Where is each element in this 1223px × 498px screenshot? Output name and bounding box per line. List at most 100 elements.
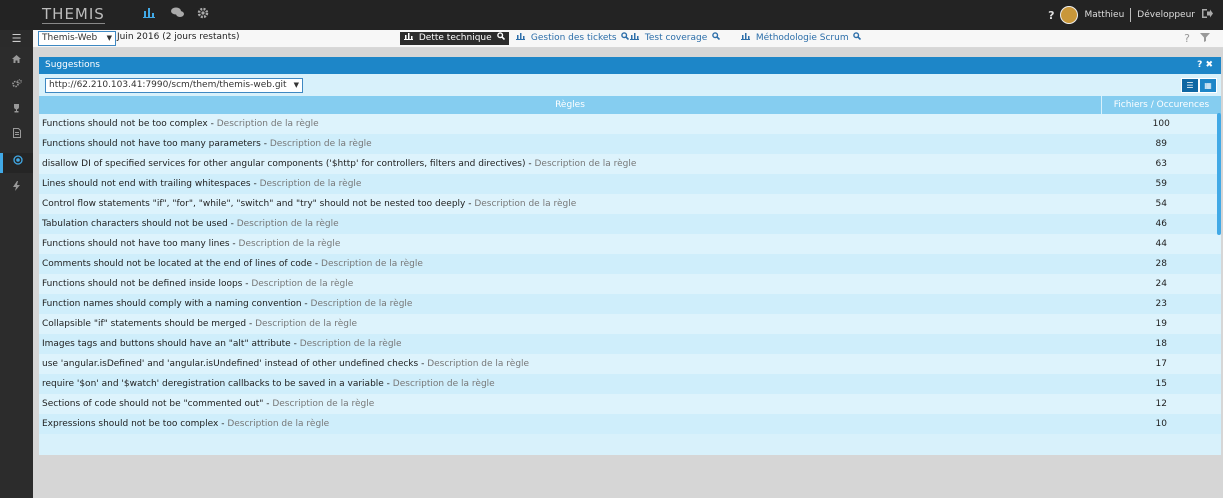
hamburger-menu-icon[interactable]: ☰: [0, 30, 33, 47]
occurrence-count: 100: [1101, 114, 1221, 134]
trophy-icon[interactable]: [0, 103, 33, 120]
rule-name: Functions should not have too many lines…: [42, 239, 239, 249]
search-icon: [621, 32, 630, 43]
help-icon[interactable]: ?: [1048, 9, 1054, 22]
tab-label: Dette technique: [418, 33, 492, 43]
gear-icon[interactable]: [196, 7, 210, 21]
rule-name: Function names should comply with a nami…: [42, 299, 311, 309]
rule-name: Control flow statements "if", "for", "wh…: [42, 199, 475, 209]
rule-cell: Collapsible "if" statements should be me…: [39, 314, 1102, 334]
comments-icon[interactable]: [170, 7, 184, 21]
bar-chart-icon: [516, 33, 528, 43]
filter-icon[interactable]: [1200, 32, 1210, 45]
table-row[interactable]: Comments should not be located at the en…: [39, 254, 1221, 274]
avatar[interactable]: [1060, 6, 1079, 24]
rule-cell: require '$on' and '$watch' deregistratio…: [39, 374, 1102, 394]
tab-methodologie-scrum[interactable]: Méthodologie Scrum: [741, 32, 862, 45]
table-row[interactable]: require '$on' and '$watch' deregistratio…: [39, 374, 1221, 394]
rule-name: Tabulation characters should not be used…: [42, 219, 237, 229]
rule-description: Description de la règle: [251, 279, 354, 289]
period-label: Juin 2016 (2 jours restants): [117, 32, 240, 42]
rule-name: Collapsible "if" statements should be me…: [42, 319, 256, 329]
occurrence-count: 44: [1101, 234, 1221, 254]
grid-view-icon[interactable]: ▦: [1199, 78, 1217, 93]
bar-chart-icon[interactable]: [142, 7, 156, 21]
bolt-icon[interactable]: [0, 181, 33, 198]
table-row[interactable]: use 'angular.isDefined' and 'angular.isU…: [39, 354, 1221, 374]
user-name[interactable]: Matthieu: [1084, 10, 1124, 20]
occurrence-count: 17: [1101, 354, 1221, 374]
column-header-count[interactable]: Fichiers / Occurences: [1101, 96, 1221, 114]
rule-cell: Sections of code should not be "commente…: [39, 394, 1102, 414]
rule-name: use 'angular.isDefined' and 'angular.isU…: [42, 359, 428, 369]
table-row[interactable]: Collapsible "if" statements should be me…: [39, 314, 1221, 334]
rule-description: Description de la règle: [427, 359, 530, 369]
tab-test-coverage[interactable]: Test coverage: [630, 32, 721, 45]
rule-cell: disallow DI of specified services for ot…: [39, 154, 1102, 174]
occurrence-count: 46: [1101, 214, 1221, 234]
tab-gestion-tickets[interactable]: Gestion des tickets: [516, 32, 630, 45]
bar-chart-icon: [741, 33, 753, 43]
rule-description: Description de la règle: [534, 159, 637, 169]
table-row[interactable]: Functions should not have too many lines…: [39, 234, 1221, 254]
rule-cell: Expressions should not be too complex - …: [39, 414, 1102, 434]
view-toggle: ☰ ▦: [1181, 78, 1217, 93]
table-row[interactable]: Images tags and buttons should have an "…: [39, 334, 1221, 354]
help-icon[interactable]: ?: [1184, 32, 1190, 45]
rule-name: Sections of code should not be "commente…: [42, 399, 273, 409]
rule-cell: Functions should not have too many lines…: [39, 234, 1102, 254]
app-logo[interactable]: THEMIS: [42, 6, 105, 24]
target-icon[interactable]: [0, 153, 33, 173]
rule-description: Description de la règle: [392, 379, 495, 389]
scrollbar[interactable]: [1217, 113, 1221, 235]
rule-description: Description de la règle: [321, 259, 423, 269]
sub-bar-tools: ?: [1184, 32, 1210, 45]
rule-cell: Comments should not be located at the en…: [39, 254, 1102, 274]
occurrence-count: 28: [1101, 254, 1221, 274]
table-row[interactable]: Sections of code should not be "commente…: [39, 394, 1221, 414]
rule-description: Description de la règle: [227, 419, 330, 429]
rule-name: Functions should not be defined inside l…: [42, 279, 252, 289]
rule-description: Description de la règle: [255, 319, 357, 329]
repository-select[interactable]: http://62.210.103.41:7990/scm/them/themi…: [45, 78, 303, 93]
tab-label: Gestion des tickets: [530, 33, 617, 43]
table-row[interactable]: Functions should not have too many param…: [39, 134, 1221, 154]
settings-icon[interactable]: [0, 78, 33, 95]
rule-description: Description de la règle: [272, 399, 375, 409]
table-row[interactable]: Control flow statements "if", "for", "wh…: [39, 194, 1221, 214]
search-icon: [712, 32, 721, 43]
table-row[interactable]: Function names should comply with a nami…: [39, 294, 1221, 314]
table-row[interactable]: Lines should not end with trailing white…: [39, 174, 1221, 194]
occurrence-count: 54: [1101, 194, 1221, 214]
bar-chart-icon: [630, 33, 642, 43]
table-row[interactable]: Functions should not be too complex - De…: [39, 114, 1221, 134]
repo-row: http://62.210.103.41:7990/scm/them/themi…: [39, 74, 1221, 96]
occurrence-count: 63: [1101, 154, 1221, 174]
panel-controls[interactable]: ? ✖: [1197, 57, 1213, 74]
rules-table: Règles Fichiers / Occurences Functions s…: [39, 96, 1221, 434]
rule-name: Functions should not have too many param…: [42, 139, 270, 149]
column-header-rules[interactable]: Règles: [39, 96, 1102, 114]
tab-dette-technique[interactable]: Dette technique: [400, 32, 509, 45]
occurrence-count: 15: [1101, 374, 1221, 394]
search-icon: [496, 32, 505, 43]
rule-name: disallow DI of specified services for ot…: [42, 159, 535, 169]
document-icon[interactable]: [0, 128, 33, 145]
table-row[interactable]: Expressions should not be too complex - …: [39, 414, 1221, 434]
table-row[interactable]: disallow DI of specified services for ot…: [39, 154, 1221, 174]
table-row[interactable]: Functions should not be defined inside l…: [39, 274, 1221, 294]
user-area: ? Matthieu Développeur: [1048, 6, 1213, 24]
rule-description: Description de la règle: [474, 199, 577, 209]
divider: [1130, 8, 1132, 22]
search-icon: [853, 32, 862, 43]
list-view-icon[interactable]: ☰: [1181, 78, 1199, 93]
occurrence-count: 59: [1101, 174, 1221, 194]
home-icon[interactable]: [0, 53, 33, 70]
project-select[interactable]: Themis-Web ▼: [38, 31, 116, 46]
rule-cell: Functions should not be defined inside l…: [39, 274, 1102, 294]
logout-icon[interactable]: [1201, 8, 1213, 22]
rule-description: Description de la règle: [269, 139, 372, 149]
rule-cell: Functions should not be too complex - De…: [39, 114, 1102, 134]
table-row[interactable]: Tabulation characters should not be used…: [39, 214, 1221, 234]
rule-name: Lines should not end with trailing white…: [42, 179, 260, 189]
